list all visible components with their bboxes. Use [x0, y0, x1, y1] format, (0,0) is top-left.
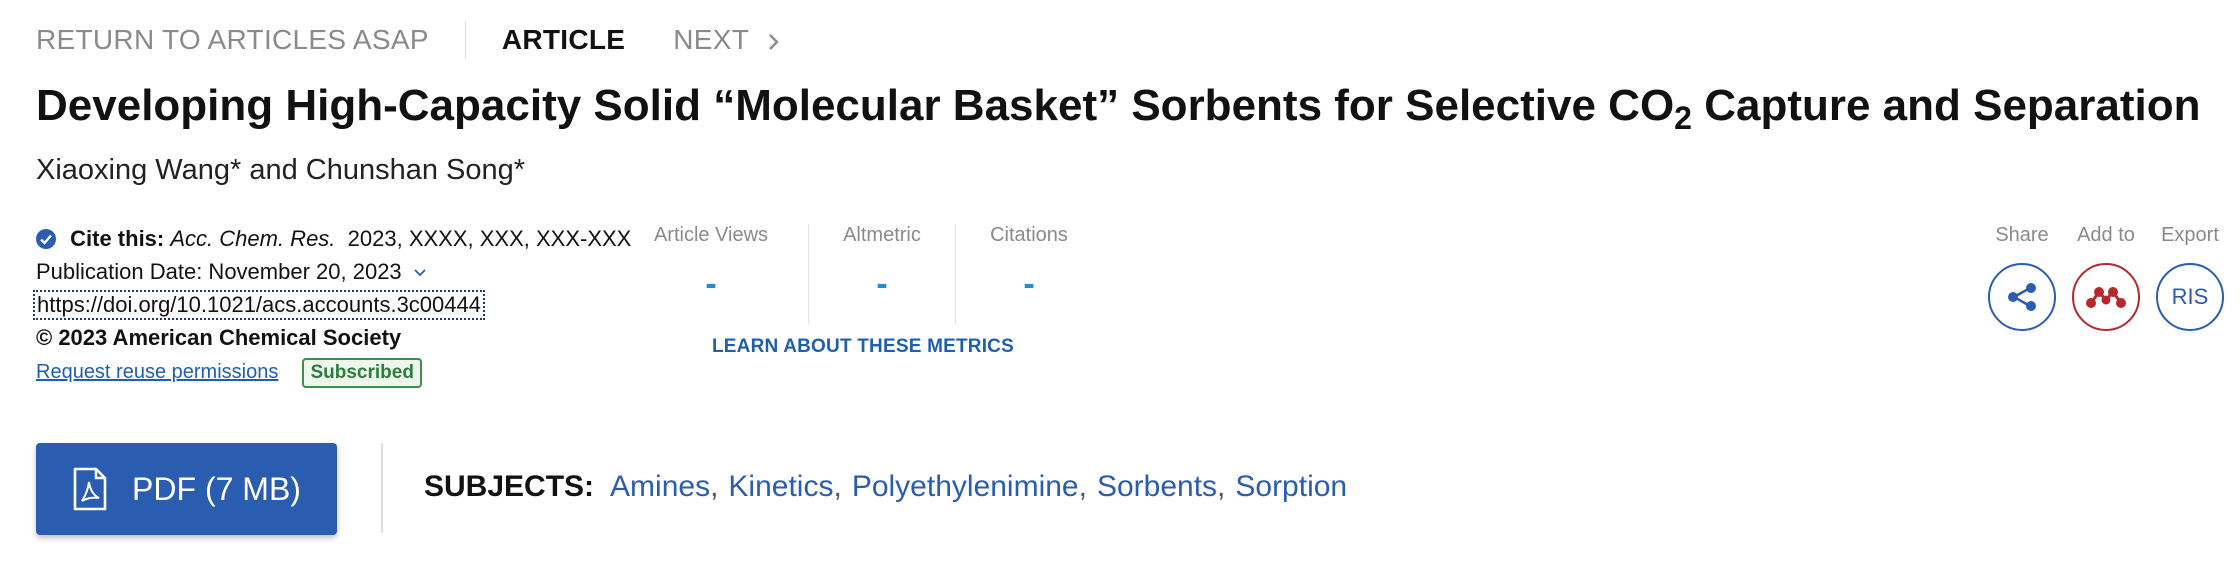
cite-this-line: Cite this: Acc. Chem. Res. 2023, XXXX, X…	[36, 222, 656, 255]
return-to-articles-link[interactable]: RETURN TO ARTICLES ASAP	[36, 24, 429, 56]
pdf-icon	[73, 467, 107, 511]
subject-link-kinetics[interactable]: Kinetics	[728, 470, 833, 503]
publication-date: Publication Date: November 20, 2023	[36, 259, 402, 284]
export-label: Export	[2161, 224, 2219, 246]
action-divider	[381, 443, 383, 533]
add-to-tool: Add to	[2072, 224, 2140, 331]
metric-altmetric: Altmetric -	[809, 224, 955, 324]
journal-name: Acc. Chem. Res.	[170, 226, 336, 251]
next-label: NEXT	[673, 24, 749, 55]
copyright-notice: © 2023 American Chemical Society	[36, 325, 402, 350]
article-nav: RETURN TO ARTICLES ASAP ARTICLE NEXT	[36, 20, 779, 60]
citation-block: Cite this: Acc. Chem. Res. 2023, XXXX, X…	[33, 222, 656, 388]
article-authors: Xiaoxing Wang* and Chunshan Song*	[36, 154, 526, 186]
subject-link-polyethylenimine[interactable]: Polyethylenimine	[852, 470, 1079, 503]
subject-link-sorbents[interactable]: Sorbents	[1097, 470, 1217, 503]
add-to-label: Add to	[2077, 224, 2135, 246]
export-ris-button[interactable]: RIS	[2156, 263, 2224, 331]
article-tools: Share Add to Export RIS	[1988, 224, 2224, 331]
citations-value: -	[1023, 265, 1035, 303]
request-reuse-link[interactable]: Request reuse permissions	[36, 361, 278, 383]
altmetric-label: Altmetric	[843, 224, 921, 246]
learn-about-metrics-link[interactable]: LEARN ABOUT THESE METRICS	[712, 336, 1014, 358]
pdf-button-label: PDF (7 MB)	[132, 470, 301, 507]
title-part-2: Capture and Separation	[1691, 81, 2201, 130]
subjects-list: SUBJECTS: Amines, Kinetics, Polyethylenimin…	[424, 470, 1348, 503]
nav-divider	[464, 21, 466, 59]
title-subscript: 2	[1674, 100, 1692, 136]
pdf-download-button[interactable]: PDF (7 MB)	[36, 443, 337, 535]
subjects-label: SUBJECTS:	[424, 470, 595, 503]
share-label: Share	[1995, 224, 2049, 246]
metric-article-views: Article Views -	[650, 224, 808, 324]
share-icon	[2008, 283, 2036, 311]
metric-citations: Citations -	[956, 224, 1102, 324]
share-button[interactable]	[1988, 263, 2056, 331]
subscribed-badge: Subscribed	[302, 358, 422, 388]
mendeley-icon	[2086, 287, 2126, 308]
subject-link-amines[interactable]: Amines	[610, 470, 710, 503]
chevron-right-icon	[768, 33, 779, 50]
doi-link[interactable]: https://doi.org/10.1021/acs.accounts.3c0…	[33, 290, 485, 320]
citation-ref: 2023, XXXX, XXX, XXX-XXX	[347, 226, 632, 251]
add-to-mendeley-button[interactable]	[2072, 263, 2140, 331]
citations-label: Citations	[990, 224, 1068, 246]
ris-label: RIS	[2171, 284, 2209, 309]
export-tool: Export RIS	[2156, 224, 2224, 331]
article-title: Developing High-Capacity Solid “Molecula…	[36, 76, 2216, 136]
altmetric-value: -	[876, 265, 888, 303]
article-views-label: Article Views	[653, 224, 769, 246]
article-views-value: -	[705, 265, 717, 303]
current-article-label: ARTICLE	[501, 24, 626, 55]
cite-label: Cite this:	[70, 226, 165, 251]
title-part-1: Developing High-Capacity Solid “Molecula…	[36, 81, 1675, 130]
chevron-down-icon	[414, 269, 426, 277]
share-tool: Share	[1988, 224, 2056, 331]
article-metrics: Article Views - Altmetric - Citations -	[650, 224, 1102, 324]
publication-date-toggle[interactable]: Publication Date: November 20, 2023	[36, 255, 656, 288]
subject-link-sorption[interactable]: Sorption	[1235, 470, 1347, 503]
next-article-link[interactable]: NEXT	[673, 24, 779, 56]
check-circle-icon	[36, 229, 56, 249]
